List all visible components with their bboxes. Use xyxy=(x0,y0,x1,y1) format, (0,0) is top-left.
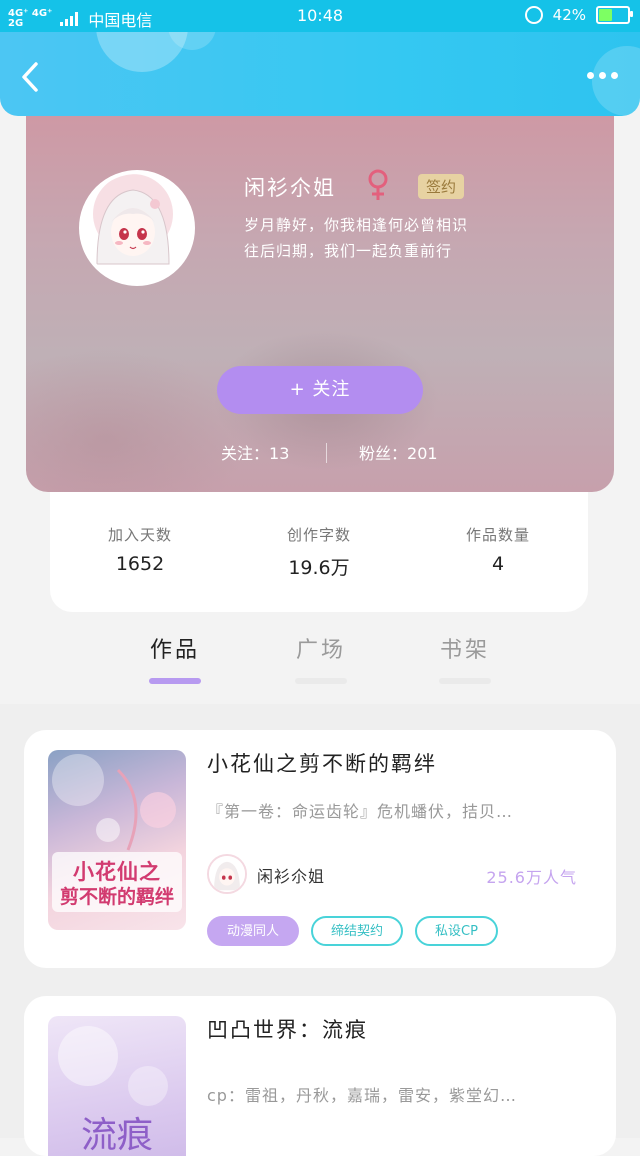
profile-bio: 岁月静好，你我相逢何必曾相识 往后归期，我们一起负重前行 xyxy=(244,212,468,264)
stat-value: 4 xyxy=(491,553,505,575)
book-card[interactable]: 小花仙之 剪不断的羁绊 小花仙之剪不断的羁绊 『第一卷：命运齿轮』危机蟠伏，拮贝… xyxy=(24,730,616,968)
tab-indicator-active xyxy=(149,678,201,684)
profile-avatar[interactable] xyxy=(79,170,195,286)
tag-chip[interactable]: 缔结契约 xyxy=(311,916,404,946)
stat-works-count: 作品数量 4 xyxy=(408,524,588,575)
avatar-illustration xyxy=(209,856,245,892)
bio-line: 往后归期，我们一起负重前行 xyxy=(244,242,453,260)
profile-card: 闲衫尒姐 签约 岁月静好，你我相逢何必曾相识 往后归期，我们一起负重前行 + 关… xyxy=(26,100,614,492)
battery-level xyxy=(599,9,612,21)
battery-icon xyxy=(596,6,633,24)
fans-count: 201 xyxy=(407,444,438,463)
stat-value: 1652 xyxy=(115,553,165,575)
tab-indicator xyxy=(439,678,491,684)
stat-value: 19.6万 xyxy=(288,557,350,579)
book-cover[interactable]: 小花仙之 剪不断的羁绊 xyxy=(48,750,186,930)
top-header xyxy=(0,32,640,116)
decor-bubble xyxy=(592,46,640,116)
alarm-icon xyxy=(524,6,543,24)
tag-chip[interactable]: 私设CP xyxy=(415,916,498,946)
cover-title-line: 剪不断的羁绊 xyxy=(59,886,174,908)
status-bar: 4G⁺ 4G⁺ 2G 中国电信 10:48 42% xyxy=(0,0,640,32)
book-card[interactable]: 流痕 凹凸世界：流痕 cp：雷祖，丹秋，嘉瑞，雷安，紫堂幻… xyxy=(24,996,616,1156)
profile-username: 闲衫尒姐 xyxy=(244,176,336,200)
tag-chip[interactable]: 动漫同人 xyxy=(207,916,300,946)
following-stat[interactable]: 关注：13 xyxy=(221,440,289,464)
dot xyxy=(587,72,594,79)
stat-days-joined: 加入天数 1652 xyxy=(50,524,230,575)
fans-stat[interactable]: 粉丝：201 xyxy=(359,440,438,464)
book-author-row: 闲衫尒姐 25.6万人气 xyxy=(207,854,587,894)
following-label: 关注： xyxy=(221,444,270,463)
book-description: cp：雷祖，丹秋，嘉瑞，雷安，紫堂幻… xyxy=(207,1086,517,1105)
author-name: 闲衫尒姐 xyxy=(257,867,326,886)
author-avatar[interactable] xyxy=(207,854,247,894)
more-icon[interactable] xyxy=(587,72,618,79)
following-count: 13 xyxy=(269,444,290,463)
battery-percent: 42% xyxy=(552,6,586,24)
tab-works[interactable]: 作品 xyxy=(115,632,235,664)
profile-tabs: 作品 广场 书架 xyxy=(0,630,640,700)
social-stats: 关注：13 粉丝：201 xyxy=(26,440,614,466)
book-title[interactable]: 凹凸世界：流痕 xyxy=(207,1014,368,1044)
book-tags: 动漫同人 缔结契约 私设CP xyxy=(207,916,498,946)
back-icon[interactable] xyxy=(16,60,44,94)
cover-title: 流痕 xyxy=(80,1115,153,1156)
tab-indicator xyxy=(295,678,347,684)
female-gender-icon xyxy=(368,169,388,200)
dot xyxy=(611,72,618,79)
stat-label: 加入天数 xyxy=(107,526,172,544)
dot xyxy=(599,72,606,79)
tab-bookshelf[interactable]: 书架 xyxy=(405,632,525,664)
tab-plaza[interactable]: 广场 xyxy=(261,632,381,664)
contract-badge: 签约 xyxy=(418,174,465,199)
book-description: 『第一卷：命运齿轮』危机蟠伏，拮贝… xyxy=(207,802,514,821)
avatar-illustration xyxy=(83,174,183,274)
author-stats-card: 加入天数 1652 创作字数 19.6万 作品数量 4 xyxy=(50,480,588,612)
stat-label: 创作字数 xyxy=(286,526,351,544)
bio-line: 岁月静好，你我相逢何必曾相识 xyxy=(244,216,469,234)
stats-divider xyxy=(326,443,327,463)
stat-label: 作品数量 xyxy=(465,526,530,544)
popularity-count: 25.6万人气 xyxy=(486,868,577,887)
fans-label: 粉丝： xyxy=(359,444,408,463)
stat-word-count: 创作字数 19.6万 xyxy=(229,524,409,580)
book-cover[interactable]: 流痕 xyxy=(48,1016,186,1156)
follow-button[interactable]: + 关注 xyxy=(217,366,423,414)
book-title[interactable]: 小花仙之剪不断的羁绊 xyxy=(207,748,437,778)
